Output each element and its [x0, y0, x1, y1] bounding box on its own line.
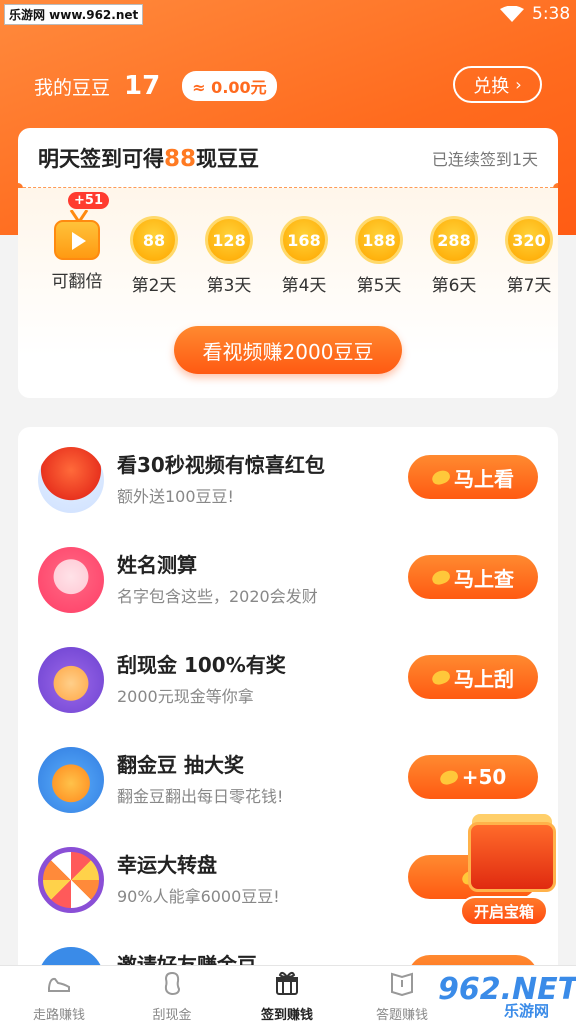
task-title: 翻金豆 抽大奖 — [117, 753, 244, 777]
coin-icon: 168 — [280, 216, 328, 264]
sign-in-header: 明天签到可得88现豆豆 已连续签到1天 — [18, 128, 558, 188]
sign-in-streak: 已连续签到1天 — [431, 149, 538, 169]
coin-icon: 188 — [355, 216, 403, 264]
treasure-box-widget[interactable]: 开启宝箱 — [458, 812, 568, 927]
coin-icon: 288 — [430, 216, 478, 264]
clock: 5:38 — [532, 4, 571, 24]
nav-walk[interactable]: 走路赚钱 — [14, 970, 104, 1023]
gift-icon — [276, 971, 298, 995]
scratch-card-icon — [38, 647, 104, 713]
task-title: 看30秒视频有惊喜红包 — [117, 453, 325, 477]
bean-icon — [164, 971, 181, 996]
bean-icon — [438, 767, 460, 787]
task-title: 刮现金 100%有奖 — [117, 653, 286, 677]
nav-label: 签到赚钱 — [260, 1008, 313, 1023]
day-label: 可翻倍 — [51, 272, 103, 292]
task-subtitle: 2000元现金等你拿 — [117, 687, 254, 706]
day-label: 第6天 — [431, 276, 477, 296]
task-button[interactable]: +50 — [408, 755, 538, 799]
bean-icon — [430, 567, 452, 587]
task-subtitle: 名字包含这些，2020会发财 — [117, 587, 318, 606]
brand-watermark: 962.NET 乐游网 — [438, 972, 576, 1020]
beans-cash-value: ≈ 0.00元 — [182, 71, 277, 101]
sign-in-body: +51 可翻倍 88 第2天 128 第3天 168 第4天 188 第5天 2… — [18, 188, 558, 398]
task-subtitle: 90%人能拿6000豆豆! — [117, 887, 280, 906]
beans-count: 17 — [124, 71, 161, 101]
task-item: 姓名测算 名字包含这些，2020会发财 马上查 — [18, 527, 558, 627]
sign-in-days: +51 可翻倍 88 第2天 128 第3天 168 第4天 188 第5天 2… — [18, 192, 558, 306]
site-watermark: 乐游网 www.962.net — [4, 4, 144, 25]
task-item: 刮现金 100%有奖 2000元现金等你拿 马上刮 — [18, 627, 558, 727]
exchange-button[interactable]: 兑换 › — [453, 66, 542, 103]
day-4: 168 第4天 — [269, 216, 339, 296]
day-label: 第7天 — [506, 276, 552, 296]
bean-icon — [430, 467, 452, 487]
sign-in-card: 明天签到可得88现豆豆 已连续签到1天 +51 可翻倍 88 第2天 128 第… — [18, 128, 558, 398]
nav-label: 答题赚钱 — [375, 1008, 428, 1023]
day-double[interactable]: +51 可翻倍 — [42, 192, 112, 292]
beans-summary: 我的豆豆 17 ≈ 0.00元 — [34, 66, 277, 106]
day-label: 第5天 — [356, 276, 402, 296]
day-label: 第2天 — [131, 276, 177, 296]
bean-icon — [430, 667, 452, 687]
task-subtitle: 额外送100豆豆! — [117, 487, 234, 506]
lucky-wheel-icon — [38, 847, 104, 913]
status-bar: 乐游网 www.962.net 5:38 — [0, 0, 576, 30]
day-label: 第4天 — [281, 276, 327, 296]
nav-quiz[interactable]: 答题赚钱 — [357, 970, 447, 1023]
exchange-label: 兑换 — [473, 75, 510, 97]
treasure-chest-icon — [468, 822, 556, 892]
chevron-right-icon: › — [515, 75, 522, 94]
coin-icon: 320 — [505, 216, 553, 264]
day-7: 320 第7天 — [494, 216, 558, 296]
sign-in-reward-number: 88 — [164, 145, 197, 172]
nav-label: 刮现金 — [152, 1008, 192, 1023]
coin-icon: 128 — [205, 216, 253, 264]
task-subtitle: 翻金豆翻出每日零花钱! — [117, 787, 284, 806]
nav-sign-in[interactable]: 签到赚钱 — [242, 970, 332, 1023]
task-button[interactable]: 马上刮 — [408, 655, 538, 699]
day-3: 128 第3天 — [194, 216, 264, 296]
name-fortune-icon — [38, 547, 104, 613]
day-2: 88 第2天 — [119, 216, 189, 296]
day-5: 188 第5天 — [344, 216, 414, 296]
task-item: 看30秒视频有惊喜红包 额外送100豆豆! 马上看 — [18, 427, 558, 527]
shoe-icon — [48, 977, 70, 992]
task-button[interactable]: 马上看 — [408, 455, 538, 499]
task-title: 幸运大转盘 — [117, 853, 217, 877]
day-label: 第3天 — [206, 276, 252, 296]
task-title: 姓名测算 — [117, 553, 197, 577]
task-button[interactable]: 马上查 — [408, 555, 538, 599]
day-6: 288 第6天 — [419, 216, 489, 296]
golden-bean-shop-icon — [38, 747, 104, 813]
bonus-badge: +51 — [68, 192, 109, 209]
coin-icon: 88 — [130, 216, 178, 264]
tv-play-icon — [54, 210, 100, 260]
treasure-label: 开启宝箱 — [460, 896, 548, 926]
red-envelope-icon — [38, 447, 104, 513]
book-icon — [391, 972, 413, 997]
brand-watermark-line2: 乐游网 — [504, 1002, 550, 1020]
beans-label: 我的豆豆 — [34, 76, 111, 99]
nav-scratch[interactable]: 刮现金 — [127, 970, 217, 1023]
nav-label: 走路赚钱 — [32, 1008, 85, 1023]
sign-in-title: 明天签到可得88现豆豆 — [38, 145, 260, 172]
watch-video-button[interactable]: 看视频赚2000豆豆 — [174, 326, 402, 374]
wifi-icon — [500, 6, 524, 22]
